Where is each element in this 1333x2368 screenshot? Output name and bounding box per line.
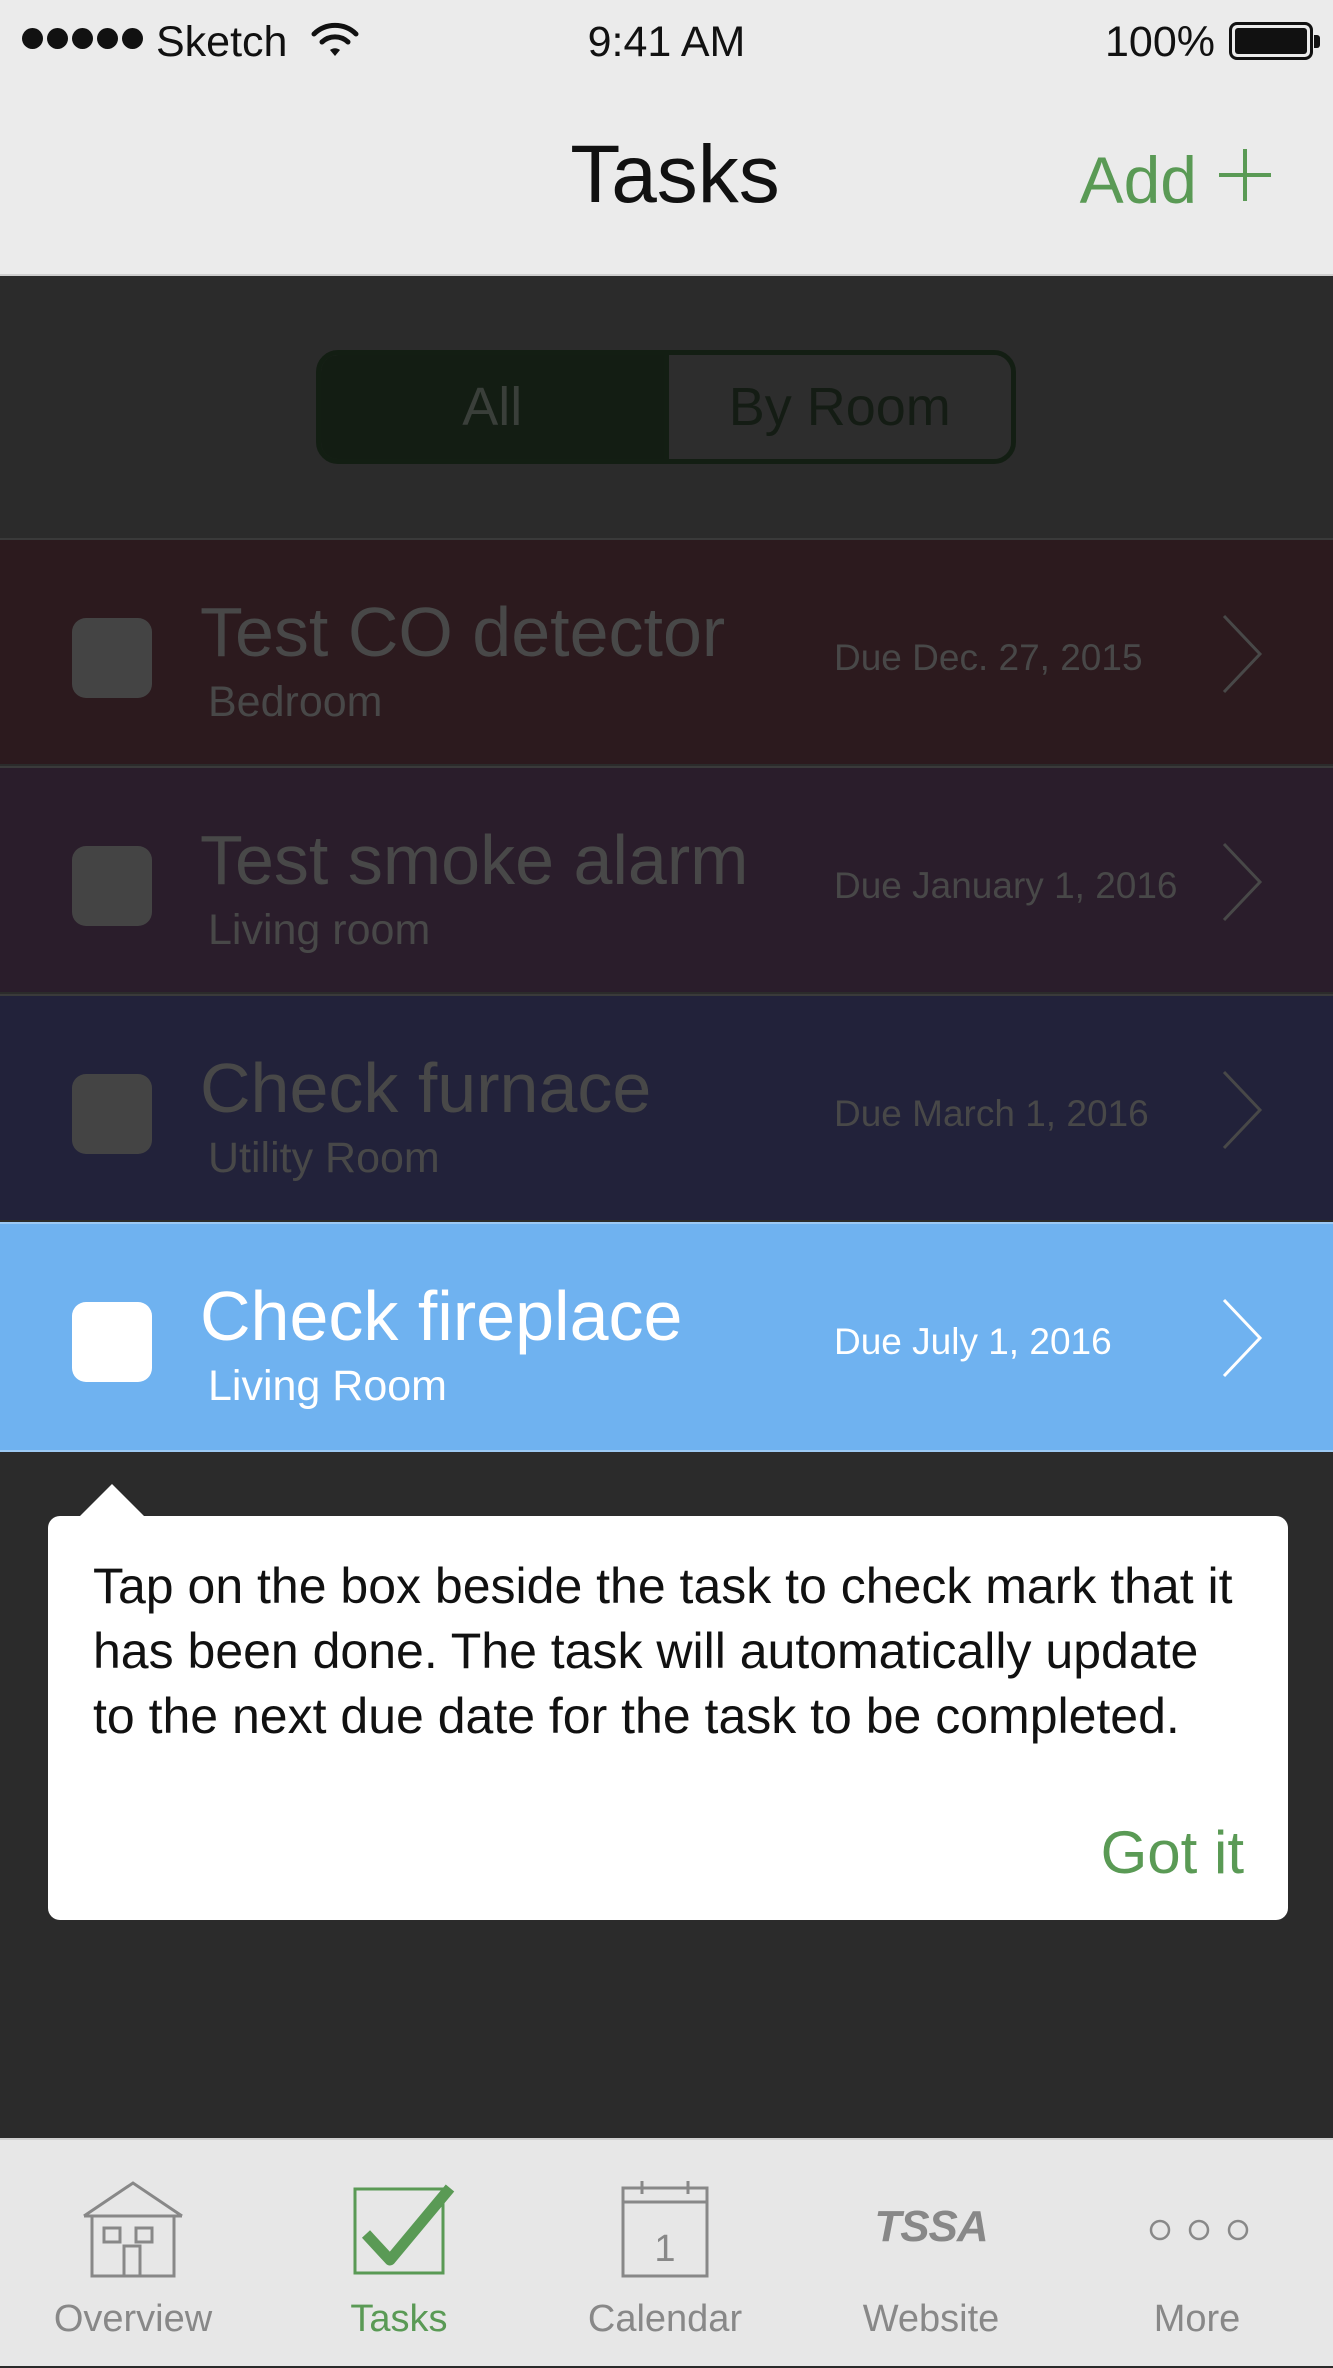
task-checkbox[interactable] [72, 846, 152, 926]
tab-overview[interactable]: Overview [0, 2140, 266, 2368]
task-room: Living room [208, 906, 431, 954]
task-due-date: Due July 1, 2016 [834, 1321, 1112, 1362]
task-title: Check furnace [200, 1049, 652, 1127]
tab-label: More [1153, 2298, 1241, 2340]
tab-label: Website [862, 2298, 1000, 2340]
chevron-right-icon [1220, 612, 1264, 701]
tab-tasks[interactable]: Tasks [266, 2140, 532, 2368]
battery-icon [1229, 22, 1320, 60]
plus-icon [1217, 142, 1273, 218]
task-row[interactable]: Check furnace Utility Room Due March 1, … [0, 994, 1333, 1220]
task-due-date: Due Dec. 27, 2015 [834, 637, 1143, 678]
tab-bar: Overview Tasks 1 Calendar TSSA Website M… [0, 2138, 1333, 2366]
task-row[interactable]: Test smoke alarm Living room Due January… [0, 766, 1333, 992]
add-task-button[interactable]: Add [1080, 142, 1273, 218]
task-room: Utility Room [208, 1134, 440, 1182]
task-due-date: Due March 1, 2016 [834, 1093, 1149, 1134]
tab-more[interactable]: More [1064, 2140, 1330, 2368]
more-dots-icon [1149, 2219, 1249, 2241]
task-title: Test CO detector [200, 593, 726, 671]
task-due-date: Due January 1, 2016 [834, 865, 1178, 906]
task-room: Living Room [208, 1362, 447, 1410]
tssa-logo-icon: TSSA [874, 2202, 988, 2251]
segment-by-room[interactable]: By Room [663, 355, 1011, 459]
tab-label: Calendar [587, 2298, 743, 2340]
task-checkbox[interactable] [72, 618, 152, 698]
chevron-right-icon [1220, 1296, 1264, 1385]
coach-mark-tooltip: Tap on the box beside the task to check … [48, 1516, 1288, 1920]
filter-segmented-control: All By Room [316, 350, 1016, 464]
tooltip-text: Tap on the box beside the task to check … [93, 1558, 1233, 1744]
checkbox-icon [353, 2184, 455, 2275]
tab-calendar[interactable]: 1 Calendar [532, 2140, 798, 2368]
got-it-button[interactable]: Got it [1101, 1818, 1244, 1887]
calendar-day: 1 [654, 2228, 676, 2270]
tab-label: Overview [53, 2298, 213, 2340]
tooltip-pointer [78, 1484, 146, 1518]
task-row-highlighted[interactable]: Check fireplace Living Room Due July 1, … [0, 1222, 1333, 1452]
task-title: Check fireplace [200, 1277, 683, 1355]
add-button-label: Add [1079, 143, 1197, 217]
task-checkbox[interactable] [72, 1074, 152, 1154]
segment-all[interactable]: All [321, 355, 664, 459]
battery-percentage: 100% [1105, 18, 1215, 66]
tab-website[interactable]: TSSA Website [798, 2140, 1064, 2368]
chevron-right-icon [1220, 840, 1264, 929]
house-icon [83, 2181, 183, 2278]
task-title: Test smoke alarm [200, 821, 749, 899]
top-bar: Sketch 9:41 AM 100% Tasks Add [0, 0, 1333, 276]
task-room: Bedroom [208, 678, 383, 726]
tab-label: Tasks [350, 2298, 448, 2340]
task-row[interactable]: Test CO detector Bedroom Due Dec. 27, 20… [0, 538, 1333, 764]
chevron-right-icon [1220, 1068, 1264, 1157]
task-checkbox[interactable] [72, 1302, 152, 1382]
